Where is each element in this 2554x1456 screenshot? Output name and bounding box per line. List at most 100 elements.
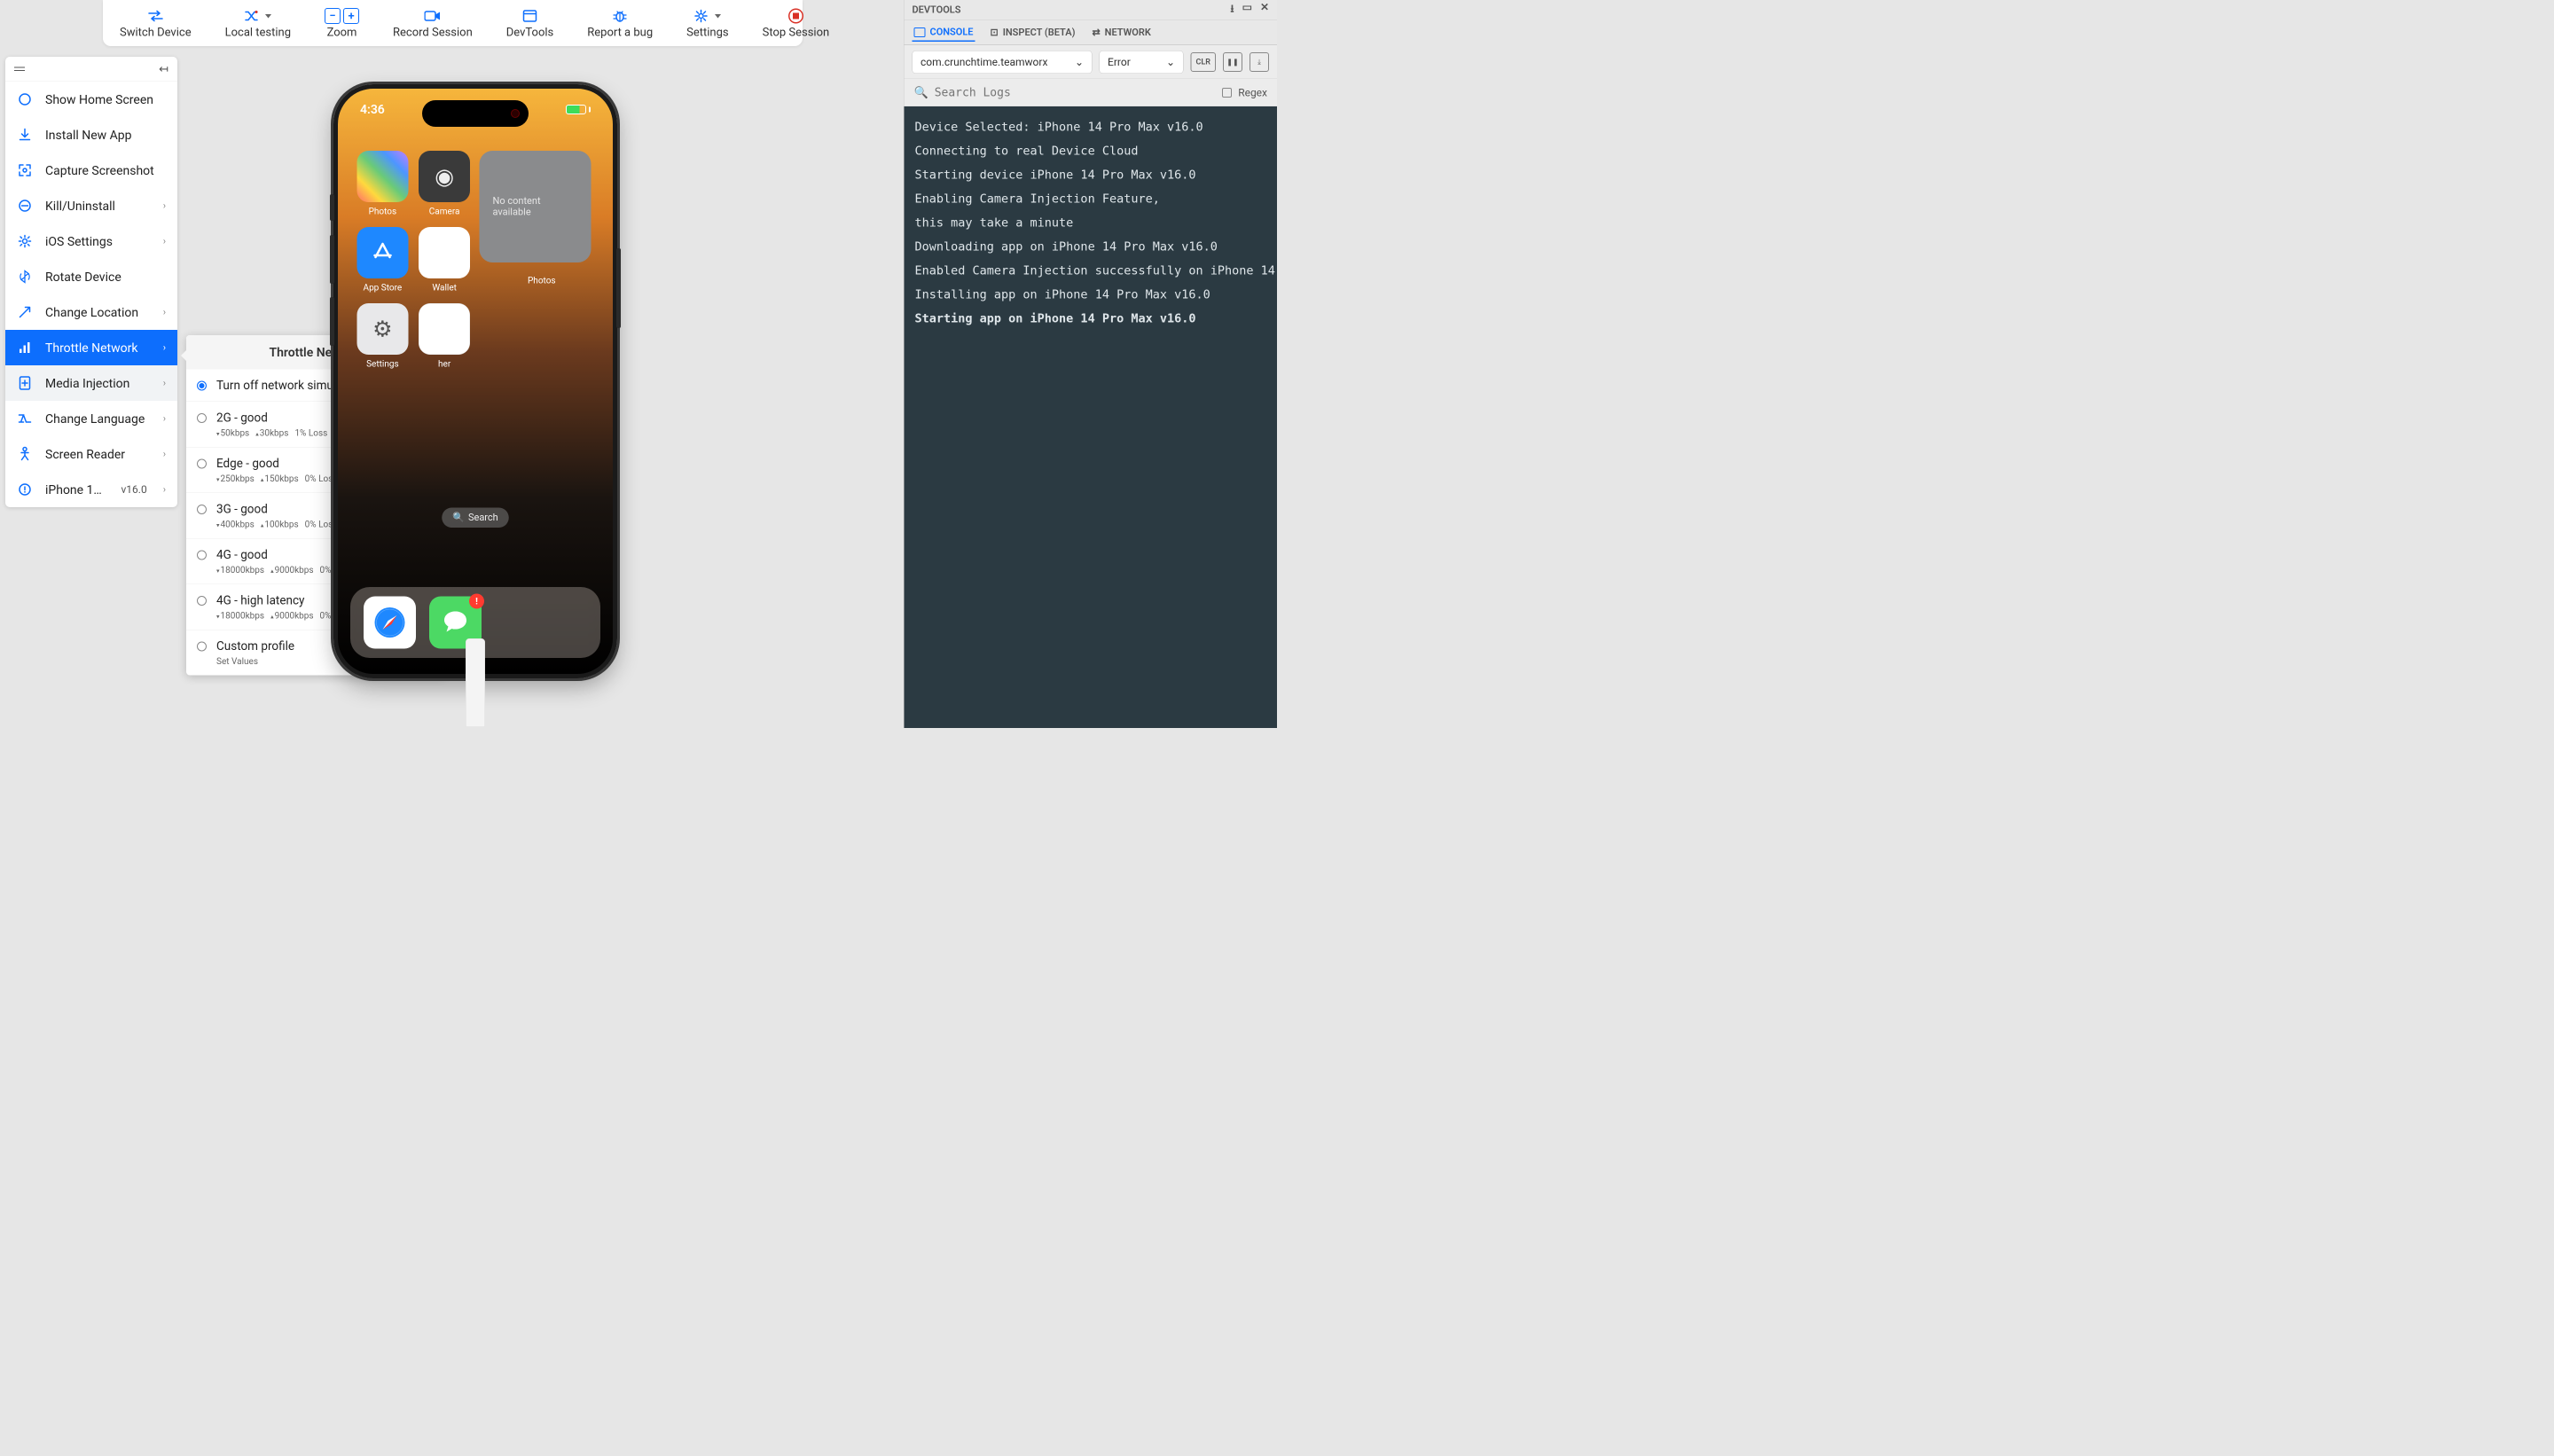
home-search-button[interactable]: 🔍 Search bbox=[442, 508, 509, 528]
sidebar-icon bbox=[17, 411, 33, 427]
sidebar-item-change-language[interactable]: Change Language › bbox=[5, 401, 177, 436]
record-session-button[interactable]: Record Session bbox=[376, 0, 490, 46]
sidebar-item-media-injection[interactable]: Media Injection › bbox=[5, 365, 177, 401]
sidebar-item-label: Install New App bbox=[45, 128, 166, 143]
top-toolbar: Switch Device Local testing − + Zoom Rec… bbox=[103, 0, 803, 46]
sidebar-item-label: Change Language bbox=[45, 411, 151, 427]
sidebar-item-label: Kill/Uninstall bbox=[45, 199, 151, 214]
chevron-right-icon: › bbox=[163, 449, 166, 460]
local-testing-button[interactable]: Local testing bbox=[208, 0, 308, 46]
regex-checkbox[interactable] bbox=[1222, 88, 1232, 98]
sidebar-item-rotate-device[interactable]: Rotate Device bbox=[5, 259, 177, 294]
device-cable bbox=[466, 638, 485, 727]
tab-network[interactable]: ⇄NETWORK bbox=[1090, 24, 1152, 41]
app-settings[interactable]: ⚙Settings bbox=[356, 303, 410, 369]
clear-button[interactable]: CLR bbox=[1191, 52, 1216, 72]
sidebar-icon bbox=[17, 481, 33, 497]
hamburger-icon[interactable] bbox=[14, 67, 25, 72]
chevron-right-icon: › bbox=[163, 378, 166, 389]
scroll-bottom-button[interactable]: ⤓ bbox=[1250, 52, 1269, 72]
notification-badge: ! bbox=[469, 594, 484, 609]
status-time: 4:36 bbox=[360, 102, 385, 117]
inspect-icon: ⊡ bbox=[991, 27, 999, 38]
app-blank[interactable]: her bbox=[418, 303, 472, 369]
sidebar-icon bbox=[17, 446, 33, 462]
blank-app-icon bbox=[419, 303, 470, 355]
device-frame: 4:36 Photos ◉Camera No content available… bbox=[333, 84, 617, 678]
log-search-input[interactable] bbox=[935, 86, 1217, 99]
sidebar-item-install-new-app[interactable]: Install New App bbox=[5, 117, 177, 153]
settings-button[interactable]: Settings bbox=[670, 0, 745, 46]
sidebar-icon bbox=[17, 233, 33, 249]
swap-icon bbox=[148, 7, 163, 25]
radio-icon bbox=[197, 596, 207, 606]
sidebar-item-iphone-14-pro[interactable]: iPhone 14 Prov16.0› bbox=[5, 472, 177, 507]
maximize-icon[interactable]: ▭ bbox=[1242, 1, 1252, 20]
device-power-button bbox=[616, 248, 621, 328]
chevron-right-icon: › bbox=[163, 200, 166, 212]
video-icon bbox=[424, 7, 441, 25]
radio-icon bbox=[197, 413, 207, 423]
chevron-right-icon: › bbox=[163, 236, 166, 247]
zoom-in-button[interactable]: + bbox=[343, 8, 359, 24]
app-wallet[interactable]: Wallet bbox=[418, 227, 472, 293]
sidebar-item-capture-screenshot[interactable]: Capture Screenshot bbox=[5, 153, 177, 188]
sidebar-icon bbox=[17, 304, 33, 320]
tab-console[interactable]: CONSOLE bbox=[913, 24, 975, 42]
devtools-header: DEVTOOLS ⭳ ▭ ✕ bbox=[905, 0, 1278, 20]
appstore-icon bbox=[356, 227, 408, 278]
sidebar-item-change-location[interactable]: Change Location› bbox=[5, 294, 177, 330]
chevron-right-icon: › bbox=[163, 413, 166, 425]
zoom-out-button[interactable]: − bbox=[325, 8, 341, 24]
network-icon: ⇄ bbox=[1092, 27, 1100, 38]
sidebar-item-ios-settings[interactable]: iOS Settings› bbox=[5, 223, 177, 259]
chevron-down-icon bbox=[265, 14, 271, 19]
sidebar-item-label: Capture Screenshot bbox=[45, 163, 166, 178]
sidebar-item-screen-reader[interactable]: Screen Reader › bbox=[5, 436, 177, 472]
switch-device-button[interactable]: Switch Device bbox=[103, 0, 208, 46]
tab-inspect[interactable]: ⊡INSPECT (BETA) bbox=[989, 24, 1077, 41]
stop-session-button[interactable]: Stop Session bbox=[746, 0, 847, 46]
log-output: Device Selected: iPhone 14 Pro Max v16.0… bbox=[905, 106, 1278, 728]
pause-button[interactable]: ❚❚ bbox=[1223, 52, 1242, 72]
sidebar-item-show-home-screen[interactable]: Show Home Screen bbox=[5, 82, 177, 117]
log-search: 🔍 Regex bbox=[905, 79, 1278, 106]
battery-icon bbox=[566, 102, 591, 117]
photos-widget[interactable]: No content available bbox=[480, 151, 591, 262]
devtools-button[interactable]: DevTools bbox=[490, 0, 570, 46]
app-appstore[interactable]: App Store bbox=[356, 227, 410, 293]
radio-icon bbox=[197, 642, 207, 652]
sidebar-item-label: iPhone 14 Pro bbox=[45, 482, 108, 497]
sidebar-item-label: Screen Reader bbox=[45, 447, 151, 462]
report-bug-button[interactable]: Report a bug bbox=[570, 0, 670, 46]
search-icon: 🔍 bbox=[452, 513, 465, 524]
wallet-icon bbox=[419, 227, 470, 278]
device-mute-switch bbox=[330, 194, 334, 221]
level-select[interactable]: Error⌄ bbox=[1100, 51, 1184, 74]
panel-icon bbox=[523, 7, 537, 25]
radio-icon bbox=[197, 505, 207, 514]
zoom-controls: − + Zoom bbox=[308, 0, 376, 46]
camera-dot-icon bbox=[511, 109, 520, 118]
sidebar-item-label: Media Injection bbox=[45, 376, 151, 391]
app-photos[interactable]: Photos bbox=[356, 151, 410, 216]
sidebar-item-kill-uninstall[interactable]: Kill/Uninstall › bbox=[5, 188, 177, 223]
chevron-down-icon: ⌄ bbox=[1166, 56, 1175, 68]
sidebar-icon bbox=[17, 375, 33, 391]
shuffle-icon bbox=[245, 7, 271, 25]
app-select[interactable]: com.crunchtime.teamworx⌄ bbox=[913, 51, 1093, 74]
collapse-icon[interactable]: ↤ bbox=[159, 62, 168, 75]
gear-icon bbox=[694, 7, 721, 25]
sidebar-icon bbox=[17, 340, 33, 356]
app-camera[interactable]: ◉Camera bbox=[418, 151, 472, 216]
app-safari[interactable] bbox=[364, 597, 416, 649]
download-icon[interactable]: ⭳ bbox=[1230, 1, 1234, 20]
close-icon[interactable]: ✕ bbox=[1260, 1, 1269, 20]
devtools-controls: com.crunchtime.teamworx⌄ Error⌄ CLR ❚❚ ⤓ bbox=[905, 45, 1278, 79]
sidebar-item-throttle-network[interactable]: Throttle Network› bbox=[5, 330, 177, 365]
console-icon bbox=[914, 27, 926, 37]
sidebar-header: ↤ bbox=[5, 57, 177, 82]
sidebar-icon bbox=[17, 162, 33, 178]
photos-icon bbox=[356, 151, 408, 202]
sidebar-icon bbox=[17, 269, 33, 285]
